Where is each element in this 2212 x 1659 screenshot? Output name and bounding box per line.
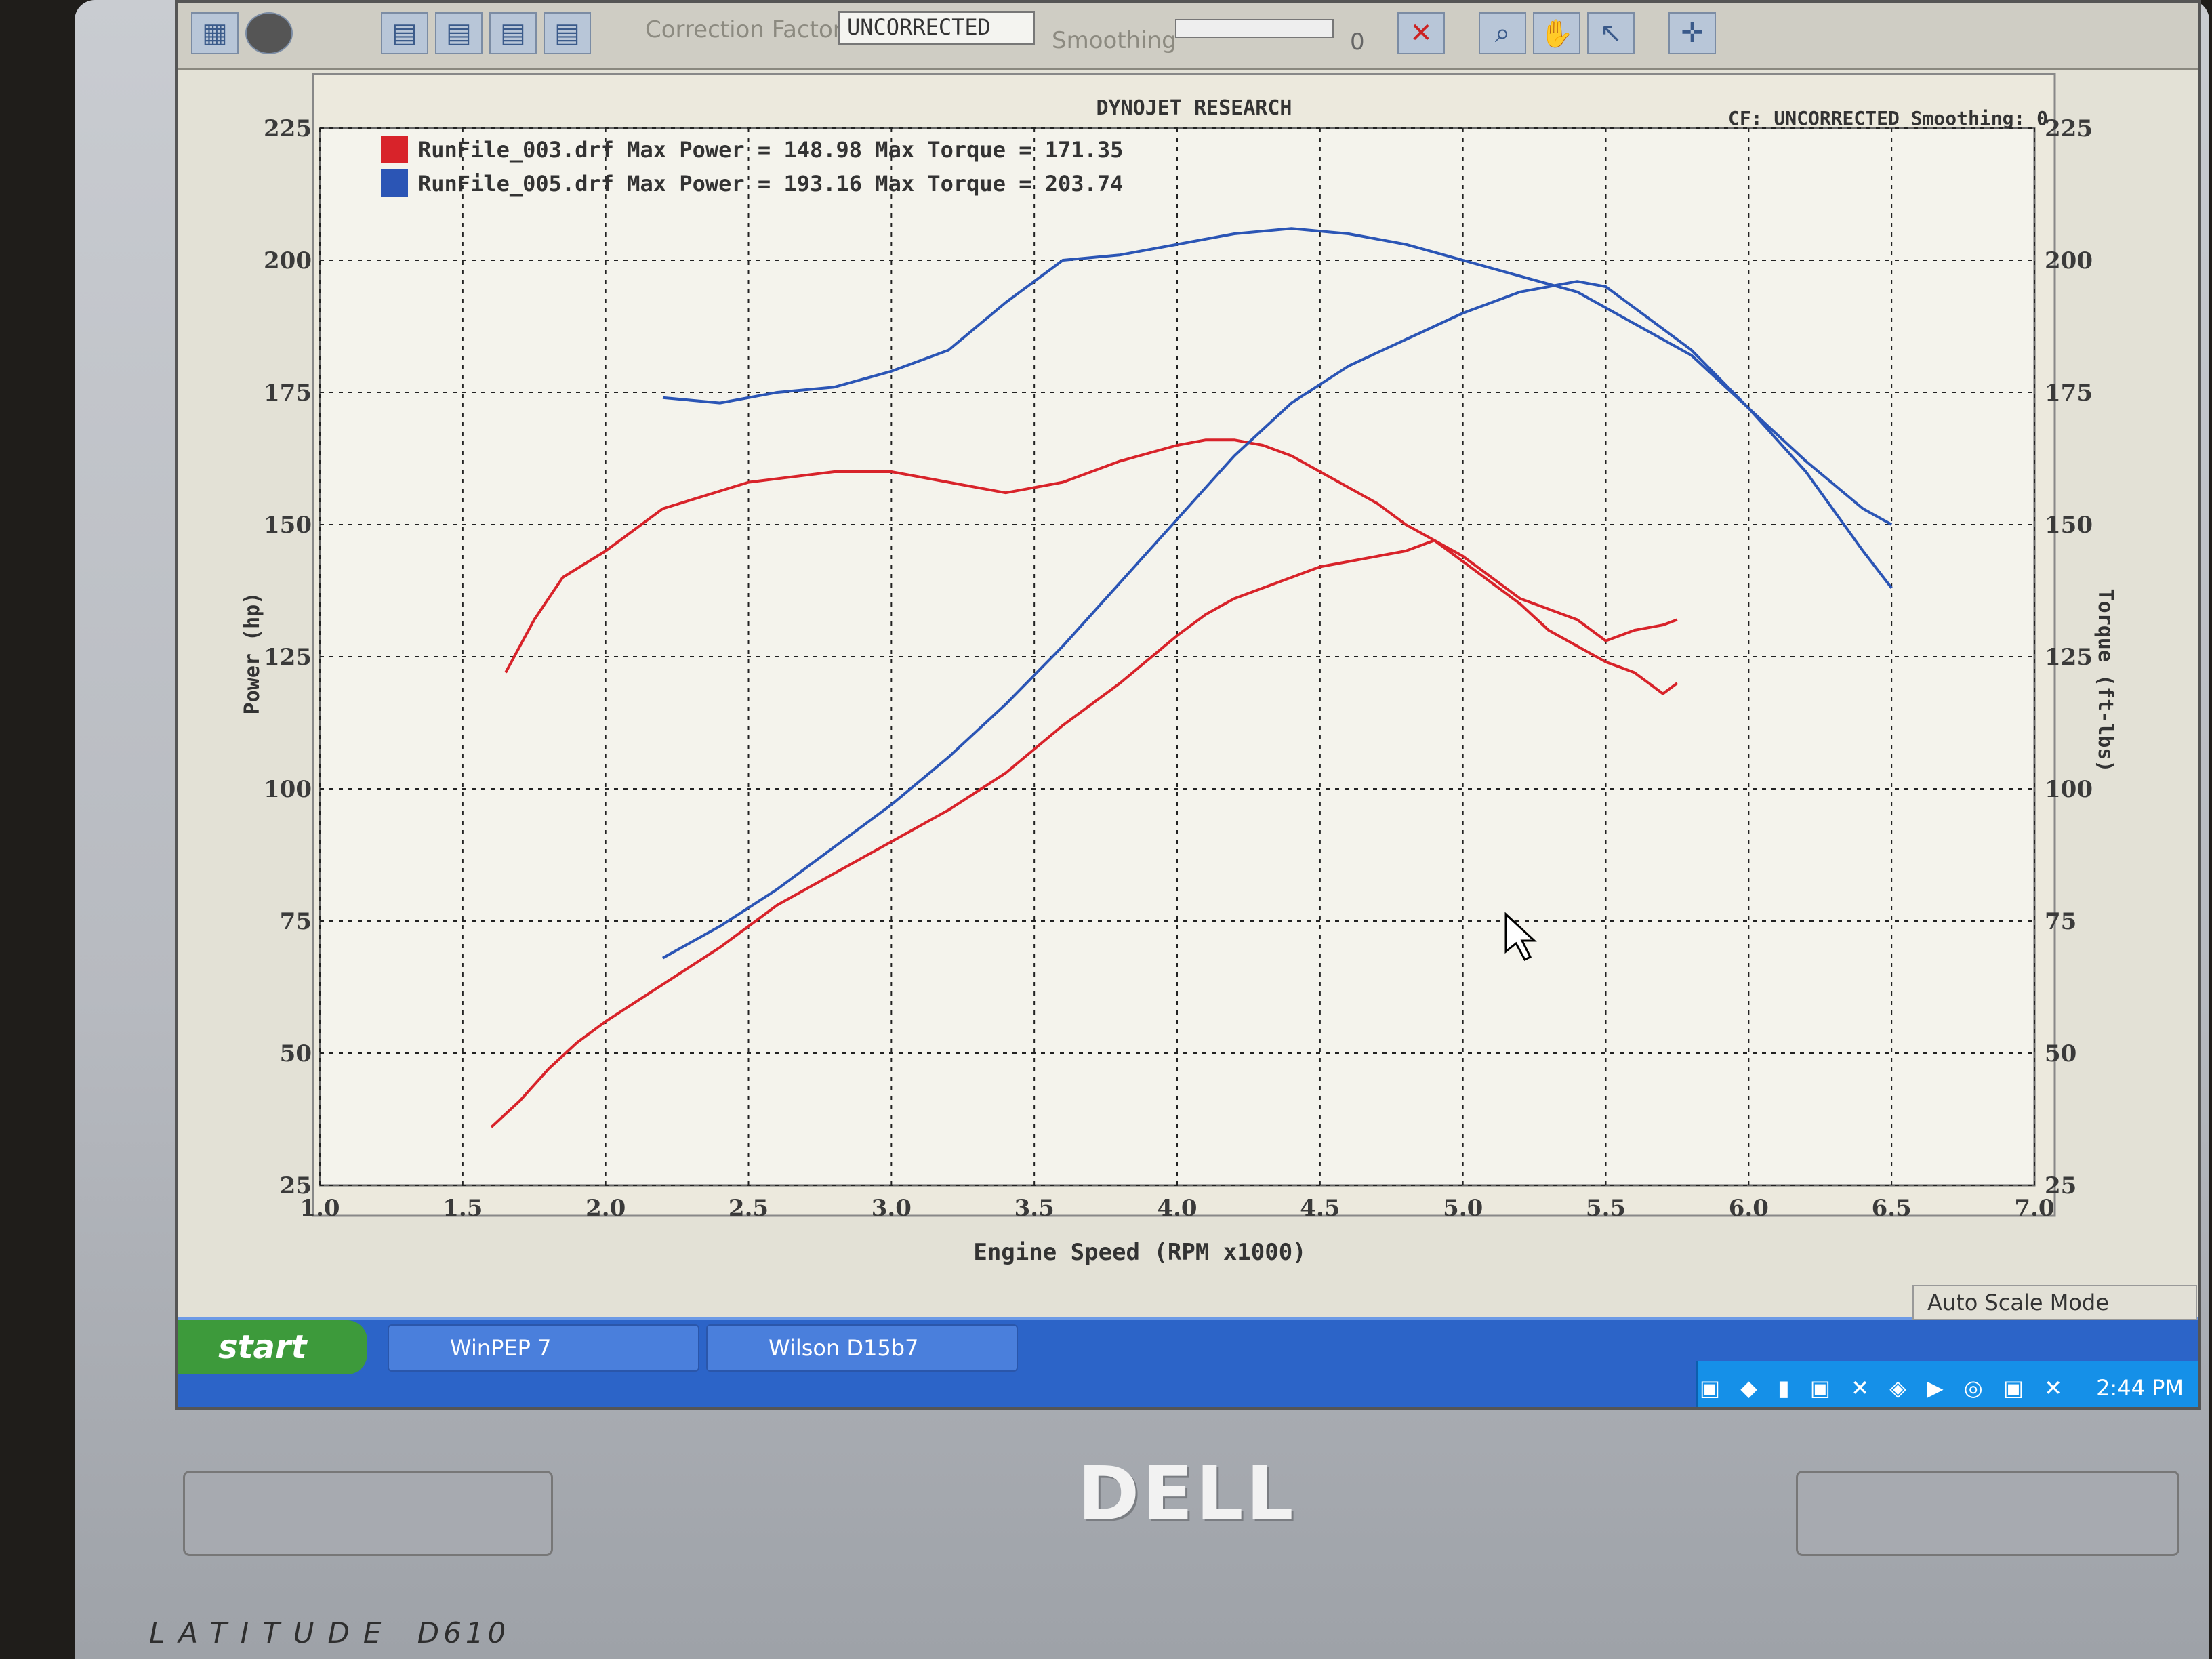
dyno-chart: DYNOJET RESEARCH CF: UNCORRECTED Smoothi… xyxy=(241,73,2117,1266)
x-tick-label: 2.0 xyxy=(586,1195,626,1222)
legend-swatch xyxy=(381,169,408,197)
x-tick-label: 5.0 xyxy=(1443,1195,1483,1222)
x-tick-label: 1.5 xyxy=(443,1195,483,1222)
hinge-right xyxy=(1796,1471,2179,1556)
y-tick-label: 150 xyxy=(264,512,312,539)
x-tick-label: 4.5 xyxy=(1300,1195,1340,1222)
x-tick-label: 3.0 xyxy=(872,1195,912,1222)
y2-tick-label: 225 xyxy=(2045,115,2093,142)
start-button[interactable]: start xyxy=(178,1320,367,1374)
y-axis-label: Power (hp) xyxy=(241,592,264,715)
x-tick-label: 5.5 xyxy=(1586,1195,1626,1222)
taskbar: start WinPEP 7 Wilson D15b7 Auto Scale M… xyxy=(178,1285,2198,1407)
chart-title: DYNOJET RESEARCH xyxy=(1097,96,1292,120)
x-axis-label: Engine Speed (RPM x1000) xyxy=(973,1239,1306,1266)
y2-tick-label: 175 xyxy=(2045,380,2093,407)
legend-swatch xyxy=(381,136,408,163)
y2-tick-label: 150 xyxy=(2045,512,2093,539)
y-tick-label: 175 xyxy=(264,380,312,407)
taskbar-item-folder[interactable]: Wilson D15b7 xyxy=(706,1324,1018,1372)
y2-tick-label: 75 xyxy=(2045,908,2076,935)
laptop-screen: ▦ ▤ ▤ ▤ ▤ Correction Factor UNCORRECTED … xyxy=(175,0,2201,1410)
model-number: D610 xyxy=(417,1616,510,1650)
model-label: LATITUDE D610 xyxy=(149,1616,510,1650)
y-tick-label: 75 xyxy=(280,908,312,935)
y-tick-label: 100 xyxy=(264,776,312,803)
clock: 2:44 PM xyxy=(2096,1375,2184,1401)
y-ticks: 25 50 75 100 125 150 175 200 225 xyxy=(264,115,312,1200)
y-tick-label: 50 xyxy=(280,1040,312,1067)
x-tick-label: 4.0 xyxy=(1157,1195,1197,1222)
taskbar-item-winpep[interactable]: WinPEP 7 xyxy=(388,1324,699,1372)
x-tick-label: 6.5 xyxy=(1872,1195,1912,1222)
y-tick-label: 125 xyxy=(264,644,312,671)
model-name: LATITUDE xyxy=(149,1616,395,1650)
y-tick-label: 200 xyxy=(264,247,312,274)
legend-label: RunFile_005.drf Max Power = 193.16 Max T… xyxy=(418,171,1123,197)
auto-scale-status: Auto Scale Mode xyxy=(1912,1285,2197,1320)
x-tick-label: 3.5 xyxy=(1015,1195,1054,1222)
y2-tick-label: 100 xyxy=(2045,776,2093,803)
y2-axis-label: Torque (ft-lbs) xyxy=(2093,589,2117,773)
chart-status: CF: UNCORRECTED Smoothing: 0 xyxy=(1728,107,2048,129)
x-tick-label: 2.5 xyxy=(729,1195,769,1222)
y-tick-label: 225 xyxy=(264,115,312,142)
system-tray: ▣ ◆ ▮ ▣ ✕ ◈ ▶ ◎ ▣ ✕ 2:44 PM xyxy=(1696,1361,2198,1407)
hinge-left xyxy=(183,1471,553,1556)
y-tick-label: 25 xyxy=(280,1172,312,1200)
x-tick-label: 6.0 xyxy=(1729,1195,1769,1222)
y2-tick-label: 50 xyxy=(2045,1040,2076,1067)
y2-tick-label: 125 xyxy=(2045,644,2093,671)
y2-tick-label: 25 xyxy=(2045,1172,2076,1200)
dell-logo: DELL xyxy=(1078,1450,1296,1537)
y2-tick-label: 200 xyxy=(2045,247,2093,274)
tray-icons: ▣ ◆ ▮ ▣ ✕ ◈ ▶ ◎ ▣ ✕ xyxy=(1699,1375,2070,1401)
legend-label: RunFile_003.drf Max Power = 148.98 Max T… xyxy=(418,137,1123,163)
